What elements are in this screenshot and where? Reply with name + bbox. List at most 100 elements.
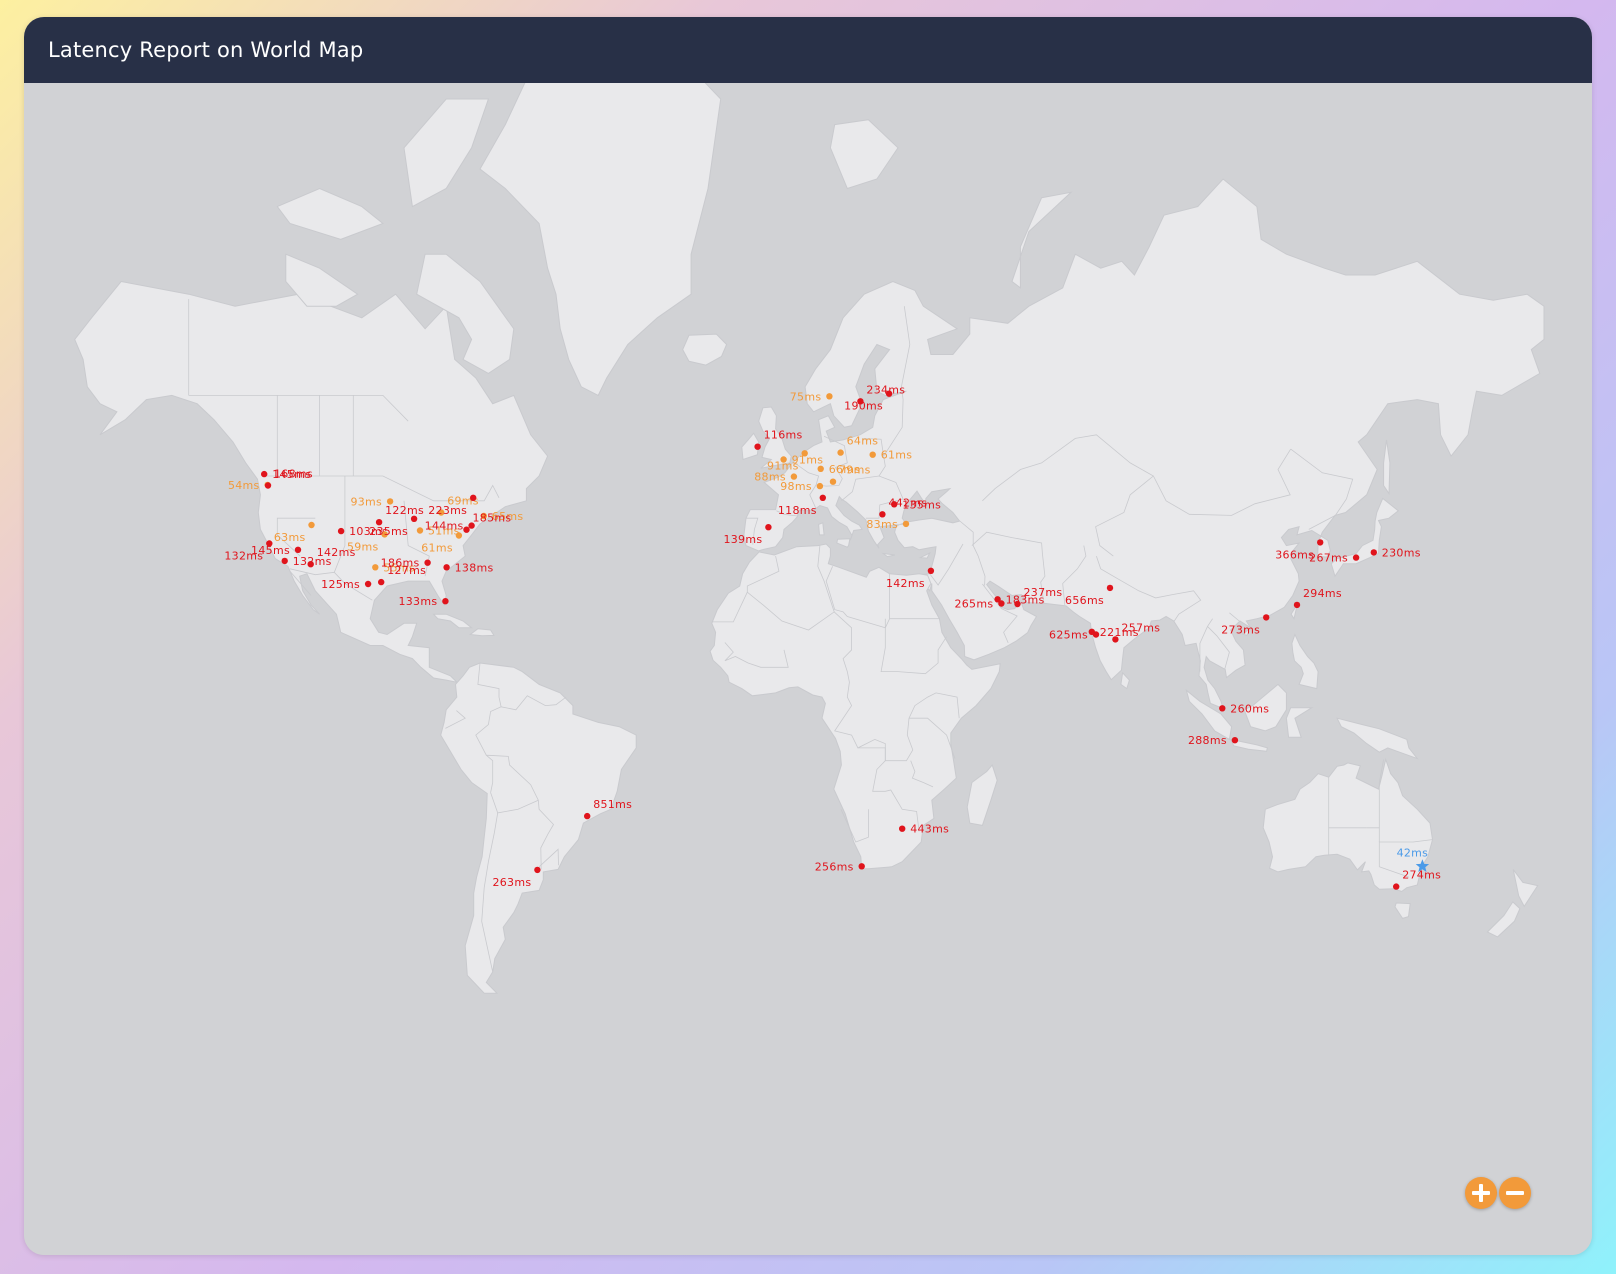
marker-dot: [372, 564, 379, 571]
marker-label: 288ms: [1188, 734, 1227, 747]
landmass: [1011, 191, 1073, 289]
marker-dot: [378, 578, 385, 586]
marker-dot: [1092, 631, 1100, 638]
marker-dot: [858, 863, 865, 870]
zoom-out-button[interactable]: [1499, 1177, 1531, 1209]
marker-dot: [424, 559, 431, 566]
marker-label: 64ms: [847, 435, 879, 448]
marker-label: 91ms: [767, 459, 799, 472]
marker-dot: [902, 520, 910, 528]
marker-label: 79ms: [839, 464, 871, 477]
marker-label: 63ms: [274, 531, 306, 544]
marker-dot: [819, 494, 826, 501]
marker-label: 98ms: [780, 480, 812, 493]
minus-icon: [1506, 1191, 1524, 1195]
world-map-canvas[interactable]: 145ms54ms168ms132ms132ms145ms142ms63ms10…: [24, 83, 1592, 1255]
landmass: [1291, 633, 1319, 690]
marker-dot: [899, 825, 906, 832]
marker-dot: [1293, 601, 1301, 609]
marker-dot: [801, 450, 808, 457]
landmass: [276, 187, 384, 240]
marker-label: 118ms: [778, 504, 817, 517]
zoom-in-button[interactable]: [1465, 1177, 1497, 1209]
marker-label: 185ms: [473, 512, 512, 525]
page-title: Latency Report on World Map: [48, 38, 364, 62]
marker-dot: [308, 521, 315, 529]
marker-dot: [443, 564, 450, 571]
marker-dot: [463, 526, 470, 533]
marker-label: 257ms: [1121, 621, 1160, 634]
marker-dot: [294, 546, 302, 553]
marker-dot: [261, 470, 268, 478]
map-card: Latency Report on World Map 145ms 54ms 168…: [24, 17, 1592, 1255]
marker-label: 256ms: [815, 860, 854, 873]
marker-dot: [470, 494, 477, 501]
landmass: [1512, 869, 1539, 908]
marker-label: 93ms: [350, 495, 382, 508]
marker-label: 190ms: [844, 400, 883, 413]
marker-label: 139ms: [723, 533, 762, 546]
marker-label: 267ms: [1309, 552, 1348, 565]
marker-dot: [816, 482, 824, 490]
marker-label: 168ms: [274, 468, 313, 481]
latency-marker[interactable]: 256ms: [815, 860, 865, 873]
marker-label: 186ms: [381, 557, 420, 570]
world-map[interactable]: 145ms54ms168ms132ms132ms145ms142ms63ms10…: [24, 83, 1592, 1255]
landmass: [881, 552, 896, 558]
card-header: Latency Report on World Map: [24, 17, 1592, 83]
latency-marker[interactable]: 260ms: [1219, 702, 1269, 715]
marker-dot: [307, 561, 314, 568]
marker-dot: [754, 443, 761, 450]
marker-label: 61ms: [421, 542, 453, 555]
marker-dot: [879, 511, 886, 518]
landmass: [966, 763, 998, 826]
landmass: [1394, 902, 1411, 919]
marker-label: 656ms: [1065, 594, 1104, 607]
marker-dot: [1393, 883, 1400, 890]
marker-dot: [1014, 600, 1021, 608]
latency-marker[interactable]: 288ms: [1188, 734, 1239, 747]
marker-dot: [1317, 539, 1324, 546]
marker-label: 116ms: [764, 429, 803, 442]
marker-label: 125ms: [321, 578, 360, 591]
marker-label: 274ms: [1402, 869, 1441, 882]
latency-marker[interactable]: 294ms: [1293, 587, 1342, 609]
marker-dot: [829, 478, 837, 485]
marker-dot: [1352, 554, 1360, 561]
marker-label: 54ms: [228, 479, 260, 492]
marker-dot: [869, 451, 876, 458]
marker-dot: [1112, 636, 1119, 643]
marker-label: 59ms: [347, 540, 379, 553]
marker-dot: [826, 393, 833, 400]
landmass: [682, 333, 728, 366]
marker-dot: [416, 527, 424, 534]
marker-label: 61ms: [881, 449, 913, 462]
marker-label: 237ms: [1024, 586, 1063, 599]
marker-dot: [442, 598, 449, 605]
marker-dot: [885, 390, 893, 397]
marker-label: 442ms: [888, 496, 927, 509]
marker-label: 223ms: [428, 504, 467, 517]
marker-dot: [455, 532, 463, 539]
landmass: [818, 522, 825, 536]
marker-dot: [1231, 737, 1239, 744]
marker-label: 144ms: [425, 520, 464, 533]
marker-dot: [837, 449, 844, 456]
landmass: [1486, 901, 1521, 938]
marker-label: 265ms: [954, 598, 993, 611]
marker-dot: [790, 473, 798, 480]
marker-dot: [281, 557, 288, 565]
marker-dot: [364, 580, 372, 588]
marker-dot: [765, 524, 772, 531]
marker-dot: [998, 600, 1005, 607]
landmass: [1285, 707, 1314, 738]
marker-dot: [534, 866, 541, 874]
marker-dot: [1263, 614, 1270, 621]
marker-label: 851ms: [593, 798, 632, 811]
landmass: [918, 551, 931, 559]
landmass: [1120, 671, 1130, 690]
landmass: [440, 662, 637, 994]
marker-dot: [817, 465, 824, 472]
marker-label: 625ms: [1049, 629, 1088, 642]
marker-label: 273ms: [1221, 623, 1260, 636]
